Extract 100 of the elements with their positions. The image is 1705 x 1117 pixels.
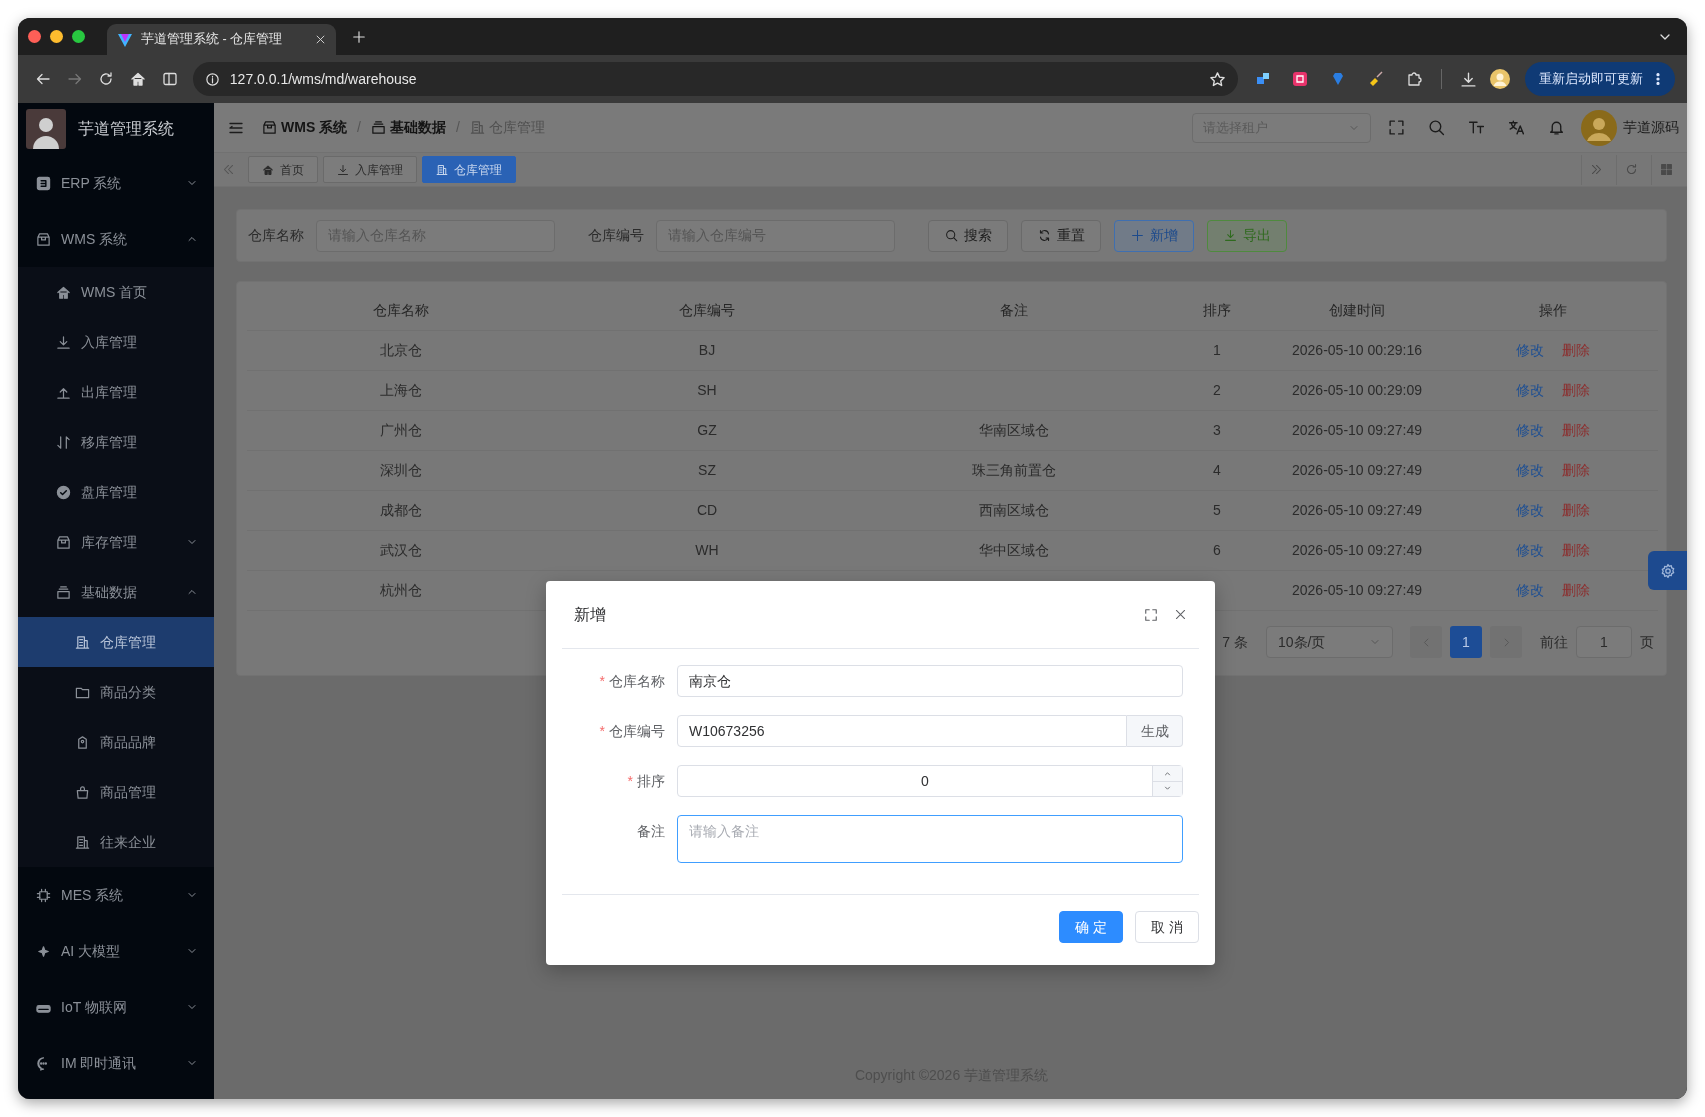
input-field[interactable]: 南京仓 (677, 665, 1183, 697)
generate-button[interactable]: 生成 (1127, 715, 1183, 747)
table-cell-text: 4 (1213, 461, 1221, 480)
menu-item[interactable]: 商品分类 (18, 667, 214, 717)
table-cell-text: 2026-05-10 00:29:09 (1292, 381, 1422, 400)
window-minimize-button[interactable] (50, 30, 63, 43)
table-cell-text: 2026-05-10 09:27:49 (1292, 581, 1422, 600)
menu-item[interactable]: WMS 系统 (18, 211, 214, 267)
table-cell-text: WH (695, 541, 719, 560)
diamond-extension-icon[interactable] (1254, 71, 1271, 87)
table-cell-text: SH (697, 381, 717, 400)
profile-avatar[interactable] (1490, 69, 1511, 89)
box-icon (56, 534, 71, 550)
breadcrumb-link[interactable]: 基础数据 (371, 117, 446, 138)
menu-item[interactable]: IM 即时通讯 (18, 1035, 214, 1091)
cancel-button[interactable]: 取 消 (1135, 911, 1199, 943)
table-cell-text: 3 (1213, 421, 1221, 440)
update-button[interactable]: 重新启动即可更新 (1525, 62, 1676, 96)
table-cell-text: 杭州仓 (379, 581, 422, 600)
field-label: 仓库名称 (248, 226, 304, 245)
search-button[interactable]: 搜索 (928, 219, 1008, 252)
number-input[interactable]: 0 (677, 765, 1183, 797)
settings-button[interactable] (1648, 551, 1687, 590)
table-cell-text: 2026-05-10 09:27:49 (1292, 421, 1422, 440)
side-panel-icon[interactable] (161, 71, 178, 87)
reset-icon (1037, 229, 1051, 242)
page-suffix: 页 (1640, 632, 1654, 652)
menu-item[interactable]: 库存管理 (18, 517, 214, 567)
table-cell-text: 2 (1213, 381, 1221, 400)
tray-icon (56, 584, 71, 600)
table-cell-text: 北京仓 (379, 341, 422, 360)
confirm-button[interactable]: 确 定 (1059, 911, 1124, 943)
window-close-button[interactable] (28, 30, 41, 43)
table-cell-text: GZ (697, 421, 717, 440)
menu-item[interactable]: IoT 物联网 (18, 979, 214, 1035)
menu-item[interactable]: 出库管理 (18, 367, 214, 417)
page-tab[interactable]: 仓库管理 (422, 156, 516, 183)
menu-item[interactable]: 仓库管理 (18, 617, 214, 667)
puzzle-icon[interactable] (1405, 71, 1422, 87)
menu-item[interactable]: AI 大模型 (18, 923, 214, 979)
app-title: 芋道管理系统 (78, 119, 174, 139)
textarea-field[interactable]: 请输入备注 (677, 815, 1183, 863)
field-label: * 仓库编号 (598, 722, 666, 741)
dialog-title: 新增 (574, 604, 607, 625)
address-bar[interactable]: 127.0.0.1/wms/md/warehouse (192, 62, 1238, 96)
font-size-icon[interactable] (1467, 119, 1485, 136)
menu-item[interactable]: 移库管理 (18, 417, 214, 467)
menu-item[interactable]: ERP 系统 (18, 155, 214, 211)
page-tab[interactable]: 入库管理 (323, 156, 417, 183)
menu-item[interactable]: MES 系统 (18, 867, 214, 923)
plus-icon[interactable] (352, 29, 366, 44)
fullscreen-icon[interactable] (1387, 119, 1405, 136)
check-circle-icon (56, 484, 71, 500)
search-icon[interactable] (1427, 119, 1445, 136)
download-icon (56, 334, 71, 350)
building-icon (75, 634, 90, 650)
menu-item[interactable]: 入库管理 (18, 317, 214, 367)
star-icon[interactable] (1208, 70, 1226, 88)
page-input[interactable]: 1 (1576, 626, 1632, 658)
back-icon[interactable] (34, 71, 51, 87)
reset-button[interactable]: 重置 (1021, 219, 1101, 252)
table-cell-text: SZ (698, 461, 716, 480)
box-icon (262, 120, 277, 135)
close-icon[interactable] (1174, 608, 1187, 621)
menu-item[interactable]: WMS 首页 (18, 267, 214, 317)
bag-icon (75, 784, 90, 800)
refresh-icon[interactable] (98, 71, 115, 87)
table-cell-text: 2026-05-10 09:27:49 (1292, 501, 1422, 520)
table-cell-text: BJ (698, 341, 716, 360)
field-label: 备注 (636, 822, 666, 841)
table-cell-text: 武汉仓 (379, 541, 422, 560)
tray-icon (371, 120, 386, 135)
breadcrumb-separator: / (456, 118, 460, 137)
menu-item[interactable]: 商品品牌 (18, 717, 214, 767)
page-button[interactable]: 1 (1450, 626, 1482, 658)
page-tab[interactable]: 首页 (248, 156, 318, 183)
total-count: 7 条 (1222, 632, 1248, 652)
translate-icon[interactable] (1507, 119, 1525, 136)
building-icon (469, 120, 485, 135)
browser-tab[interactable]: 芋道管理系统 - 仓库管理 (107, 24, 336, 55)
input-field[interactable]: W10673256 (677, 715, 1127, 747)
menu-item[interactable]: 基础数据 (18, 567, 214, 617)
download-icon[interactable] (1459, 70, 1477, 88)
tag-icon (75, 734, 90, 750)
square-extension-icon[interactable] (1292, 71, 1309, 87)
home-icon[interactable] (130, 71, 147, 87)
page-size-select[interactable]: 10条/页 (1266, 626, 1393, 658)
fullscreen-icon[interactable] (1144, 607, 1158, 622)
window-maximize-button[interactable] (72, 30, 85, 43)
menu-item[interactable]: 盘库管理 (18, 467, 214, 517)
column-header: 操作 (1447, 291, 1658, 331)
breadcrumb-link[interactable]: WMS 系统 (262, 117, 348, 138)
broom-extension-icon[interactable] (1368, 71, 1384, 87)
user-name[interactable]: 芋道源码 (1623, 117, 1679, 138)
info-icon[interactable] (204, 71, 220, 87)
menu-item[interactable]: 往来企业 (18, 817, 214, 867)
avatar (26, 109, 66, 149)
bell-icon[interactable] (1547, 119, 1565, 136)
table-cell-text: 5 (1213, 501, 1221, 520)
menu-item[interactable]: 商品管理 (18, 767, 214, 817)
